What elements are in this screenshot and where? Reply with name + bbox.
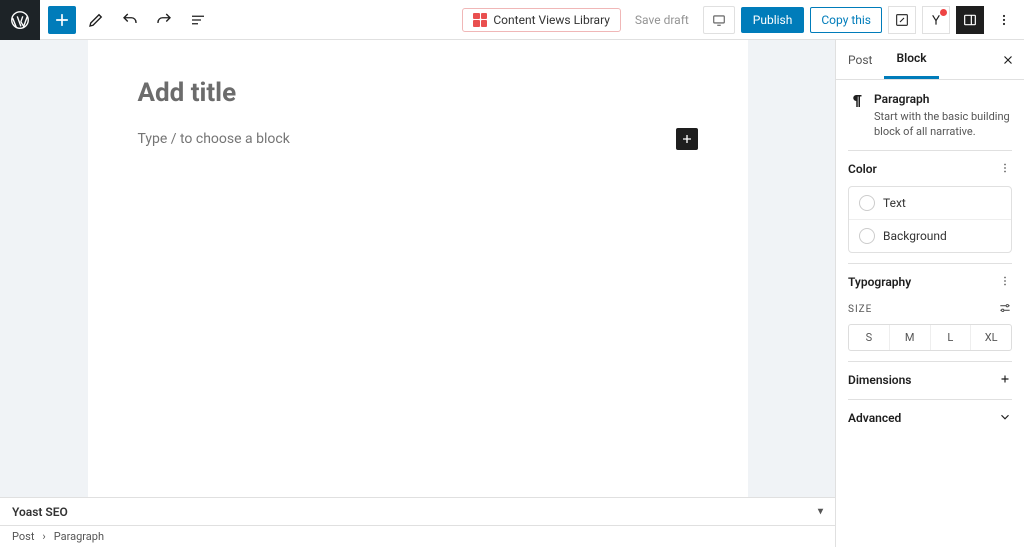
block-card: Paragraph Start with the basic building … <box>848 92 1012 140</box>
size-xl[interactable]: XL <box>970 325 1011 350</box>
pencil-icon <box>87 11 105 29</box>
color-swatch-icon <box>859 228 875 244</box>
panel-color-header[interactable]: Color <box>848 161 1012 178</box>
square-pencil-icon <box>894 12 910 28</box>
tab-block[interactable]: Block <box>884 40 938 79</box>
plus-icon[interactable] <box>998 372 1012 389</box>
block-placeholder-input[interactable]: Type / to choose a block <box>138 131 676 147</box>
size-label: SIZE <box>848 304 872 315</box>
copy-this-button[interactable]: Copy this <box>810 7 882 33</box>
yoast-seo-panel-toggle[interactable]: Yoast SEO ▾ <box>0 497 835 525</box>
toolbar-right: Content Views Library Save draft Publish… <box>462 6 1024 34</box>
document-overview-button[interactable] <box>184 6 212 34</box>
undo-icon <box>121 11 139 29</box>
wordpress-logo[interactable] <box>0 0 40 40</box>
breadcrumb-leaf[interactable]: Paragraph <box>54 530 104 543</box>
panel-color-title: Color <box>848 162 877 176</box>
text-color-button[interactable]: Text <box>849 187 1011 219</box>
plus-icon <box>52 10 72 30</box>
yoast-panel-label: Yoast SEO <box>12 505 68 519</box>
panel-dimensions-title: Dimensions <box>848 373 911 387</box>
sliders-icon[interactable] <box>998 301 1012 318</box>
editor-canvas-toggle[interactable] <box>888 6 916 34</box>
panel-typography-header[interactable]: Typography <box>848 274 1012 291</box>
block-inserter-button[interactable] <box>48 6 76 34</box>
toolbar-left <box>40 6 212 34</box>
size-l[interactable]: L <box>930 325 971 350</box>
size-m[interactable]: M <box>889 325 930 350</box>
block-description: Start with the basic building block of a… <box>874 109 1012 140</box>
settings-sidebar: Post Block Paragraph Start with the basi… <box>836 40 1024 547</box>
chevron-down-icon <box>998 410 1012 427</box>
post-title-input[interactable]: Add title <box>138 78 698 108</box>
preview-button[interactable] <box>703 6 735 34</box>
caret-down-icon: ▾ <box>818 506 823 517</box>
grid-icon <box>473 13 487 27</box>
panel-typography: Typography SIZE S M L XL <box>848 263 1012 361</box>
wordpress-icon <box>9 9 31 31</box>
text-color-label: Text <box>883 196 906 210</box>
panel-dimensions: Dimensions <box>848 361 1012 399</box>
content-views-library-button[interactable]: Content Views Library <box>462 8 621 32</box>
inline-block-inserter[interactable] <box>676 128 698 150</box>
paragraph-icon <box>848 92 866 140</box>
editor-canvas-wrap: Add title Type / to choose a block <box>0 40 835 497</box>
panel-typography-title: Typography <box>848 275 911 289</box>
main-area: Add title Type / to choose a block Yoast… <box>0 40 1024 547</box>
panel-advanced: Advanced <box>848 399 1012 437</box>
editor-column: Add title Type / to choose a block Yoast… <box>0 40 836 547</box>
size-s[interactable]: S <box>849 325 889 350</box>
yoast-status-dot <box>940 9 947 16</box>
settings-sidebar-toggle[interactable] <box>956 6 984 34</box>
edit-mode-button[interactable] <box>82 6 110 34</box>
more-vertical-icon <box>996 12 1012 28</box>
undo-button[interactable] <box>116 6 144 34</box>
sidebar-body: Paragraph Start with the basic building … <box>836 80 1024 547</box>
breadcrumb-root[interactable]: Post <box>12 530 34 543</box>
sidebar-icon <box>962 12 978 28</box>
block-breadcrumb: Post › Paragraph <box>0 525 835 547</box>
panel-color: Color Text Background <box>848 150 1012 263</box>
empty-paragraph-block: Type / to choose a block <box>138 128 698 150</box>
sidebar-tabs: Post Block <box>836 40 1024 80</box>
color-options-list: Text Background <box>848 186 1012 253</box>
panel-advanced-title: Advanced <box>848 411 901 425</box>
content-views-label: Content Views Library <box>493 13 610 27</box>
plus-icon <box>679 131 695 147</box>
color-swatch-icon <box>859 195 875 211</box>
breadcrumb-separator: › <box>42 530 45 543</box>
save-draft-button[interactable]: Save draft <box>627 9 697 31</box>
close-icon <box>1001 53 1015 67</box>
redo-icon <box>155 11 173 29</box>
publish-button[interactable]: Publish <box>741 7 805 33</box>
options-menu-button[interactable] <box>990 6 1018 34</box>
more-vertical-icon[interactable] <box>998 274 1012 291</box>
sidebar-close-button[interactable] <box>992 44 1024 76</box>
yoast-button[interactable] <box>922 6 950 34</box>
panel-advanced-header[interactable]: Advanced <box>848 410 1012 427</box>
more-vertical-icon[interactable] <box>998 161 1012 178</box>
background-color-label: Background <box>883 229 947 243</box>
desktop-icon <box>710 13 728 27</box>
background-color-button[interactable]: Background <box>849 219 1011 252</box>
top-toolbar: Content Views Library Save draft Publish… <box>0 0 1024 40</box>
panel-dimensions-header[interactable]: Dimensions <box>848 372 1012 389</box>
editor-canvas: Add title Type / to choose a block <box>88 40 748 497</box>
tab-post[interactable]: Post <box>836 40 884 79</box>
block-name: Paragraph <box>874 92 1012 106</box>
redo-button[interactable] <box>150 6 178 34</box>
list-icon <box>189 11 207 29</box>
font-size-picker: S M L XL <box>848 324 1012 351</box>
